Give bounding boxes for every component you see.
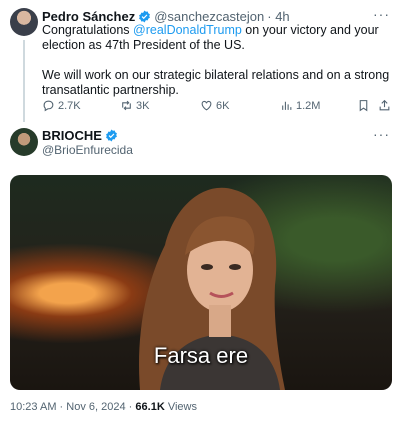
bookmark-icon <box>359 100 368 112</box>
paragraph-2: We will work on our strategic bilateral … <box>42 68 390 97</box>
avatar[interactable] <box>10 128 38 156</box>
author-name[interactable]: Pedro Sánchez <box>42 9 135 24</box>
action-bar: 2.7K 3K 6K 1.2M <box>42 99 390 115</box>
tweet-meta: 10:23 AM · Nov 6, 2024 · 66.1K Views <box>10 401 197 413</box>
tweet-header: Pedro Sánchez @sanchezcastejon · 4h <box>42 8 390 24</box>
media-gif[interactable]: Farsa ere <box>10 175 392 390</box>
tweet-date[interactable]: Nov 6, 2024 <box>66 401 125 413</box>
views-count: 66.1K <box>135 401 165 413</box>
tweet-text: Congratulations @realDonaldTrump on your… <box>42 23 392 98</box>
share-button[interactable] <box>378 99 391 112</box>
paragraph-1: Congratulations @realDonaldTrump on your… <box>42 23 392 53</box>
reply-icon <box>43 100 54 112</box>
share-icon <box>379 99 390 111</box>
repost-icon <box>122 100 131 111</box>
text-prefix: Congratulations <box>42 23 134 37</box>
tweet-pedro-sanchez[interactable]: Pedro Sánchez @sanchezcastejon · 4h ··· … <box>0 0 400 122</box>
repost-button[interactable]: 3K <box>120 99 149 112</box>
views-icon <box>282 101 292 110</box>
mention-link[interactable]: @realDonaldTrump <box>133 23 242 37</box>
tweet-time[interactable]: 10:23 AM <box>10 401 56 413</box>
tweet-header: BRIOCHE <box>42 128 121 143</box>
author-handle[interactable]: @BrioEnfurecida <box>42 143 133 157</box>
tweet-time[interactable]: · 4h <box>267 9 289 24</box>
author-name[interactable]: BRIOCHE <box>42 128 102 143</box>
views-count: 1.2M <box>296 99 321 112</box>
media-caption: Farsa ere <box>153 343 249 368</box>
repost-count: 3K <box>136 99 150 112</box>
verified-badge-icon <box>106 129 117 142</box>
like-button[interactable]: 6K <box>200 99 229 112</box>
more-icon[interactable]: ··· <box>373 6 390 22</box>
like-icon <box>201 100 212 111</box>
tweet-brioche[interactable]: BRIOCHE @BrioEnfurecida ··· Farsa ere 10… <box>0 122 400 422</box>
more-icon[interactable]: ··· <box>373 126 390 142</box>
views-button[interactable]: 1.2M <box>280 99 320 112</box>
like-count: 6K <box>216 99 230 112</box>
verified-badge-icon <box>139 10 151 22</box>
reply-count: 2.7K <box>58 99 81 112</box>
avatar[interactable] <box>10 8 38 36</box>
author-handle[interactable]: @sanchezcastejon <box>154 9 264 24</box>
thread-line <box>23 40 25 122</box>
reply-button[interactable]: 2.7K <box>42 99 81 112</box>
views-label: Views <box>167 401 197 413</box>
bookmark-button[interactable] <box>357 99 370 112</box>
